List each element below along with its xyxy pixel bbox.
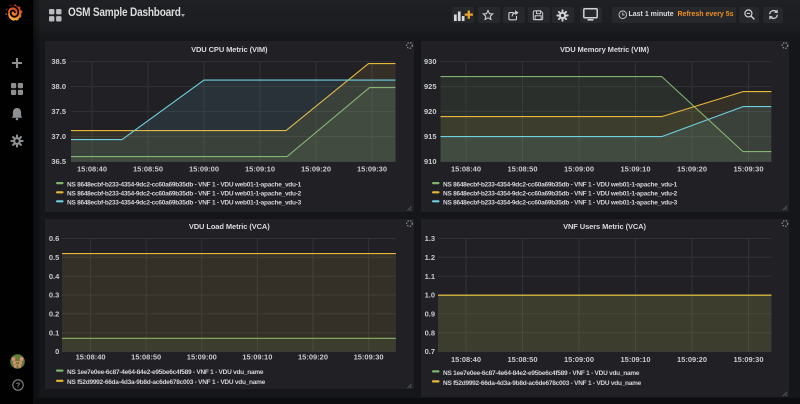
- svg-text:NS 8648ecbf-b233-4354-9dc2-cc6: NS 8648ecbf-b233-4354-9dc2-cc60a69b35db …: [443, 200, 678, 207]
- svg-text:NS f52d9992-66da-4d3a-9b8d-ac6: NS f52d9992-66da-4d3a-9b8d-ac6de678c003 …: [67, 379, 266, 386]
- svg-text:NS 8648ecbf-b233-4354-9dc2-cc6: NS 8648ecbf-b233-4354-9dc2-cc60a69b35db …: [67, 182, 302, 189]
- svg-text:NS 8648ecbf-b233-4354-9dc2-cc6: NS 8648ecbf-b233-4354-9dc2-cc60a69b35db …: [67, 200, 302, 207]
- svg-text:NS f52d9992-66da-4d3a-9b8d-ac6: NS f52d9992-66da-4d3a-9b8d-ac6de678c003 …: [443, 379, 642, 386]
- svg-text:NS 8648ecbf-b233-4354-9dc2-cc6: NS 8648ecbf-b233-4354-9dc2-cc60a69b35db …: [67, 191, 302, 198]
- svg-text:NS 1ee7e0ee-6c87-4e64-84e2-e95: NS 1ee7e0ee-6c87-4e64-84e2-e95be6c4f589 …: [443, 369, 640, 376]
- svg-text:NS 1ee7e0ee-6c87-4e64-84e2-e95: NS 1ee7e0ee-6c87-4e64-84e2-e95be6c4f589 …: [67, 369, 264, 376]
- svg-text:NS 8648ecbf-b233-4354-9dc2-cc6: NS 8648ecbf-b233-4354-9dc2-cc60a69b35db …: [443, 191, 678, 198]
- svg-text:NS 8648ecbf-b233-4354-9dc2-cc6: NS 8648ecbf-b233-4354-9dc2-cc60a69b35db …: [443, 182, 678, 189]
- svg-text:?: ?: [15, 381, 20, 390]
